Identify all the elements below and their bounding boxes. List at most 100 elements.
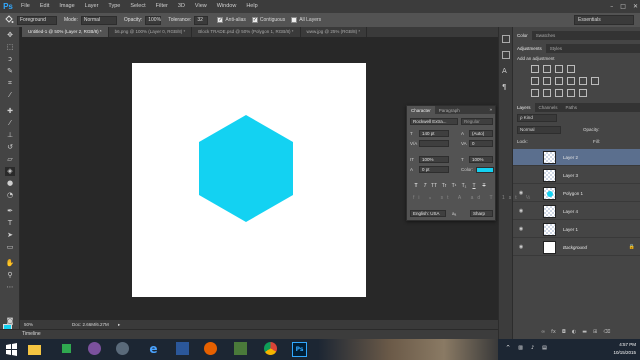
tab-styles[interactable]: Styles: [546, 44, 566, 53]
trash-icon[interactable]: ⌫: [603, 329, 610, 337]
hexagon-shape[interactable]: [132, 63, 366, 297]
layer-thumbnail[interactable]: [543, 223, 556, 236]
brightness-icon[interactable]: [531, 65, 539, 73]
tool-preset-select[interactable]: Foreground: [17, 15, 57, 25]
network-icon[interactable]: ▥: [518, 345, 523, 354]
shape-tool-icon[interactable]: ▭: [5, 243, 15, 252]
help-icon[interactable]: [116, 342, 131, 357]
move-tool-icon[interactable]: ✥: [5, 31, 15, 40]
color-balance-icon[interactable]: [555, 77, 563, 85]
close-icon[interactable]: ✕: [633, 3, 638, 10]
all-layers-checkbox[interactable]: [291, 17, 298, 23]
layer-row[interactable]: ◉ Layer 1: [513, 221, 640, 238]
media-icon[interactable]: [234, 342, 249, 357]
lasso-tool-icon[interactable]: ↄ: [5, 55, 15, 64]
firefox-icon[interactable]: [204, 342, 219, 357]
levels-icon[interactable]: [543, 65, 551, 73]
internet-explorer-icon[interactable]: e: [146, 342, 161, 357]
blend-mode-select[interactable]: Normal: [517, 126, 561, 134]
tab-swatches[interactable]: Swatches: [532, 31, 560, 40]
visibility-eye-icon[interactable]: [517, 172, 525, 179]
timeline-label[interactable]: Timeline: [22, 330, 41, 339]
layer-row[interactable]: ◉ Layer 4: [513, 203, 640, 220]
faux-bold-button[interactable]: T: [413, 183, 419, 190]
selective-color-icon[interactable]: [579, 89, 587, 97]
layer-style-icon[interactable]: fx: [551, 329, 556, 337]
threshold-icon[interactable]: [555, 89, 563, 97]
baseline-shift-input[interactable]: 0 pt: [419, 166, 449, 173]
invert-icon[interactable]: [531, 89, 539, 97]
horizontal-scale-input[interactable]: 100%: [469, 156, 493, 163]
layer-name[interactable]: Background: [563, 239, 587, 256]
layer-row[interactable]: Layer 2: [513, 149, 640, 166]
start-icon[interactable]: [4, 342, 19, 357]
opentype-features-row[interactable]: fi ℴ st A ad T 1st ½: [413, 195, 530, 201]
panel-collapse-icon[interactable]: »: [489, 106, 495, 114]
layer-thumbnail[interactable]: [543, 241, 556, 254]
layer-thumbnail[interactable]: [543, 151, 556, 164]
link-layers-icon[interactable]: ∞: [541, 329, 545, 337]
underline-button[interactable]: T: [471, 183, 477, 190]
anti-alias-checkbox[interactable]: ✓: [217, 17, 224, 23]
visibility-eye-icon[interactable]: ◉: [517, 226, 525, 233]
menu-view[interactable]: View: [190, 0, 212, 13]
tab-character[interactable]: Character: [407, 106, 435, 114]
quick-mask-icon[interactable]: ◙: [5, 317, 15, 326]
leading-input[interactable]: (Auto): [469, 130, 493, 137]
character-panel-icon[interactable]: A: [502, 67, 510, 75]
chrome-icon[interactable]: [264, 342, 279, 357]
history-panel-icon[interactable]: [502, 35, 510, 43]
all-caps-button[interactable]: TT: [431, 183, 437, 190]
superscript-button[interactable]: T¹: [451, 183, 457, 190]
new-layer-icon[interactable]: ⊞: [593, 329, 597, 337]
workspace-select[interactable]: Essentials: [574, 15, 634, 25]
curves-icon[interactable]: [555, 65, 563, 73]
layer-mask-icon[interactable]: ◘: [562, 329, 566, 337]
antialias-select[interactable]: Sharp: [470, 210, 493, 217]
paint-bucket-icon[interactable]: [4, 15, 14, 25]
layer-row[interactable]: ◉ Background 🔒: [513, 239, 640, 256]
mode-select[interactable]: Normal: [80, 15, 117, 25]
path-select-tool-icon[interactable]: ➤: [5, 231, 15, 240]
clone-stamp-tool-icon[interactable]: ⊥: [5, 131, 15, 140]
menu-file[interactable]: File: [16, 0, 35, 13]
gradient-map-icon[interactable]: [567, 89, 575, 97]
tab-adjustments[interactable]: Adjustments: [513, 44, 546, 53]
text-color-swatch[interactable]: [476, 167, 494, 173]
tab-layers[interactable]: Layers: [513, 103, 535, 112]
paragraph-panel-icon[interactable]: ¶: [502, 83, 510, 91]
tab-block-trade[interactable]: Block TRADE.psd @ 50% (Polygon 1, RGB/8)…: [192, 27, 301, 37]
pen-tool-icon[interactable]: ✒: [5, 207, 15, 216]
tab-paths[interactable]: Paths: [562, 103, 582, 112]
photoshop-taskbar-icon[interactable]: Ps: [292, 342, 307, 357]
minimize-icon[interactable]: –: [610, 3, 613, 10]
status-arrow-icon[interactable]: ▸: [118, 320, 120, 329]
tolerance-input[interactable]: 32: [194, 15, 209, 25]
menu-3d[interactable]: 3D: [173, 0, 190, 13]
small-caps-button[interactable]: Tr: [441, 183, 447, 190]
tab-color[interactable]: Color: [513, 31, 532, 40]
vertical-scale-input[interactable]: 100%: [419, 156, 449, 163]
menu-select[interactable]: Select: [125, 0, 150, 13]
properties-panel-icon[interactable]: [502, 51, 510, 59]
layer-row[interactable]: Layer 3: [513, 167, 640, 184]
history-brush-tool-icon[interactable]: ↺: [5, 143, 15, 152]
marquee-tool-icon[interactable]: ⬚: [5, 43, 15, 52]
menu-image[interactable]: Image: [54, 0, 79, 13]
strikethrough-button[interactable]: T: [481, 183, 487, 190]
tray-arrow-icon[interactable]: ^: [506, 345, 510, 354]
word-icon[interactable]: [176, 342, 191, 357]
crop-tool-icon[interactable]: ⌗: [5, 79, 15, 88]
layer-name[interactable]: Layer 1: [563, 221, 578, 238]
tab-untitled-1[interactable]: Untitled-1 @ 50% (Layer 2, RGB/8) *: [22, 27, 109, 37]
photo-filter-icon[interactable]: [579, 77, 587, 85]
menu-layer[interactable]: Layer: [80, 0, 104, 13]
tab-b6[interactable]: b6.png @ 100% (Layer 0, RGB/8) *: [109, 27, 193, 37]
layer-thumbnail[interactable]: [543, 205, 556, 218]
layer-thumbnail[interactable]: [543, 169, 556, 182]
visibility-eye-icon[interactable]: ◉: [517, 244, 525, 251]
zoom-tool-icon[interactable]: ⚲: [5, 271, 15, 280]
black-white-icon[interactable]: [567, 77, 575, 85]
tab-channels[interactable]: Channels: [535, 103, 562, 112]
font-size-input[interactable]: 140 pt: [419, 130, 449, 137]
